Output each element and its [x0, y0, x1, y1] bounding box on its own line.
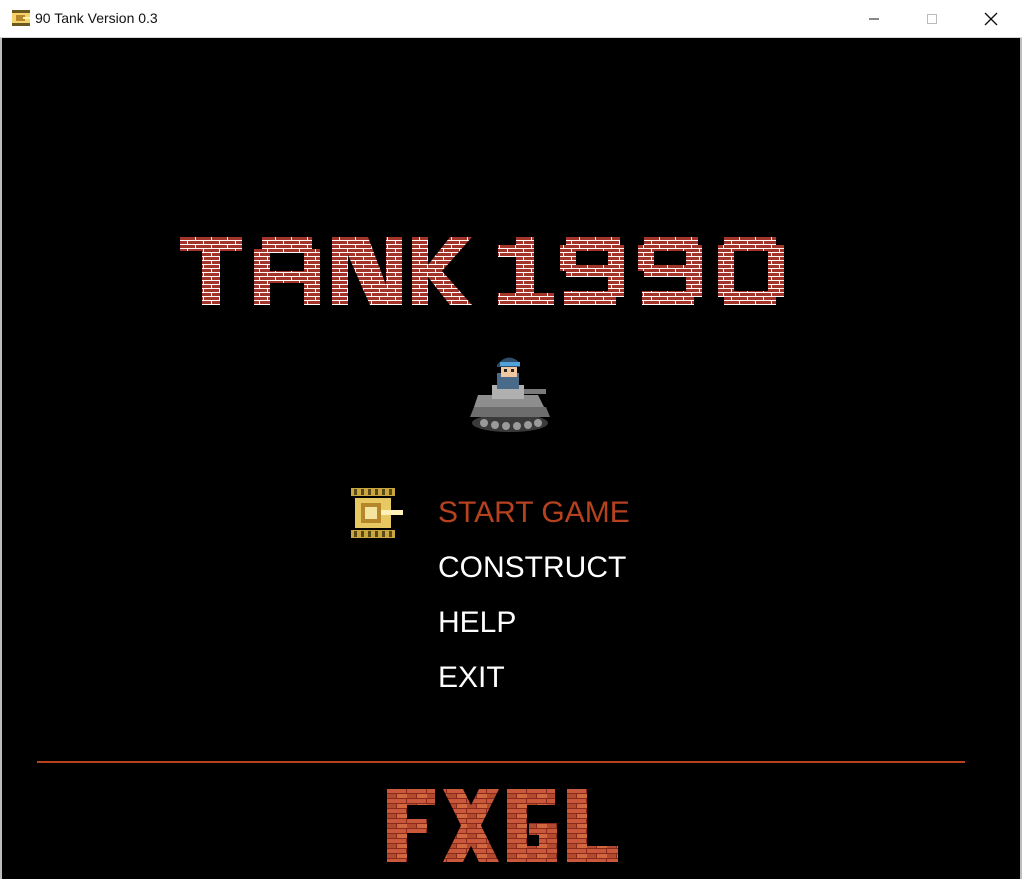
- menu-help[interactable]: HELP: [438, 605, 516, 641]
- menu-exit[interactable]: EXIT: [438, 660, 505, 696]
- footer-divider: [37, 761, 965, 763]
- minimize-button[interactable]: [845, 0, 903, 37]
- close-icon: [984, 12, 998, 25]
- maximize-icon: [927, 13, 937, 24]
- soldier-tank-sprite: [470, 357, 550, 432]
- game-logo: [180, 237, 784, 305]
- minimize-icon: [869, 18, 879, 19]
- game-canvas: [2, 38, 1020, 877]
- menu-construct[interactable]: CONSTRUCT: [438, 550, 626, 586]
- menu-cursor-tank-icon: [351, 488, 403, 538]
- close-button[interactable]: [962, 0, 1020, 37]
- window-title: 90 Tank Version 0.3: [35, 10, 158, 26]
- maximize-button[interactable]: [903, 0, 961, 37]
- window-titlebar: 90 Tank Version 0.3: [0, 0, 1022, 38]
- menu-start-game[interactable]: START GAME: [438, 495, 630, 531]
- fxgl-logo: [387, 789, 618, 862]
- app-tank-icon: [12, 10, 30, 26]
